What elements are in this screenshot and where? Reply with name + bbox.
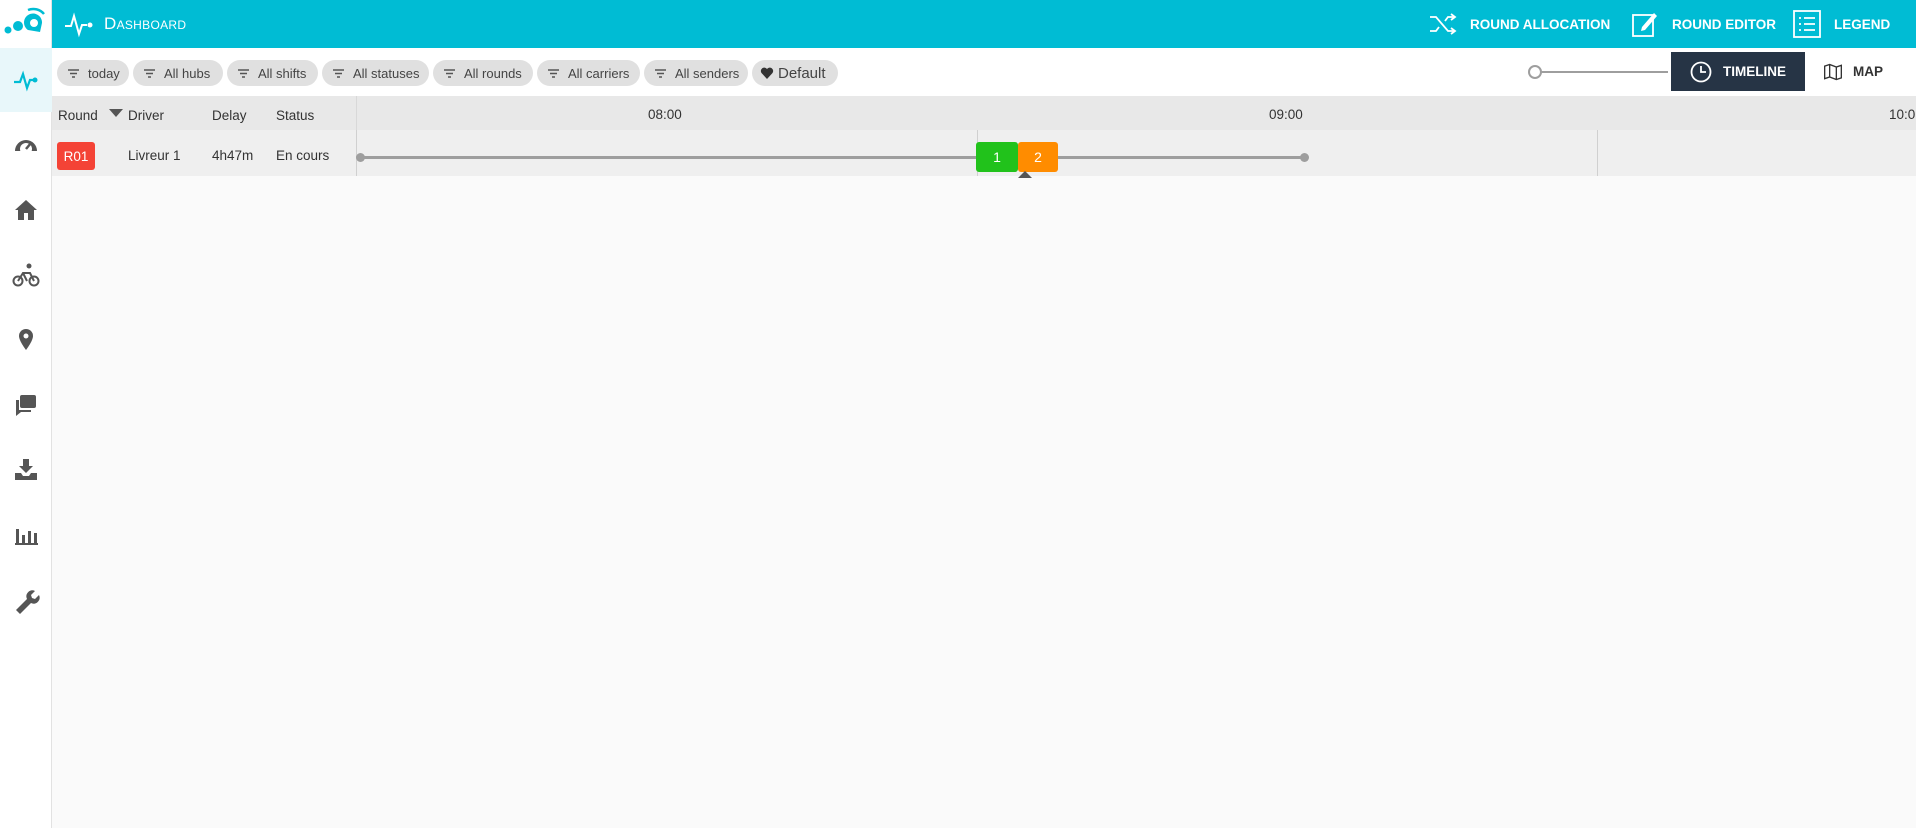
timeline-tick: 09:00 <box>1269 107 1303 122</box>
round-badge[interactable]: R01 <box>57 142 95 170</box>
column-header-status[interactable]: Status <box>276 108 314 123</box>
speedometer-icon <box>15 140 37 155</box>
sidebar-item-stats[interactable] <box>0 503 52 567</box>
bicycle-icon <box>12 263 40 287</box>
column-header-round[interactable]: Round <box>58 108 98 123</box>
route-start-dot <box>356 153 365 162</box>
chat-icon <box>16 395 36 416</box>
edit-icon <box>1632 13 1657 37</box>
pulse-icon <box>65 12 93 38</box>
filter-chip-label: All senders <box>675 65 740 81</box>
sidebar-item-dashboard[interactable] <box>0 48 52 112</box>
filter-hubs-chip[interactable]: All hubs <box>133 60 223 86</box>
filter-chip-label: All carriers <box>568 65 630 81</box>
legend-label: LEGEND <box>1834 16 1891 32</box>
filter-carriers-chip[interactable]: All carriers <box>537 60 640 86</box>
sidebar-item-locations[interactable] <box>0 308 52 372</box>
delay-cell: 4h47m <box>212 148 254 163</box>
filter-chip-label: All rounds <box>464 65 522 81</box>
timeline-view-label: TIMELINE <box>1723 64 1786 79</box>
legend-button[interactable]: LEGEND <box>1792 0 1890 48</box>
filter-date-chip[interactable]: today <box>57 60 129 86</box>
route-timeline-bar <box>360 156 1305 159</box>
filter-icon <box>144 68 155 78</box>
status-cell: En cours <box>276 148 330 163</box>
zoom-slider-thumb[interactable] <box>1528 65 1542 79</box>
filter-shifts-chip[interactable]: All shifts <box>227 60 318 86</box>
header-title-area: Dashboard <box>64 0 186 48</box>
filter-chip-label: All shifts <box>258 65 307 81</box>
round-editor-label: ROUND EDITOR <box>1672 16 1777 32</box>
map-view-label: MAP <box>1853 64 1883 79</box>
map-view-button[interactable]: MAP <box>1805 52 1901 91</box>
top-header: Dashboard ROUND ALLOCATION ROUND EDITOR … <box>52 0 1916 48</box>
hour-gridline <box>1597 130 1598 176</box>
sidebar-item-settings[interactable] <box>0 568 52 632</box>
column-header-driver[interactable]: Driver <box>128 108 164 123</box>
filter-icon <box>68 68 79 78</box>
zoom-slider[interactable] <box>1528 64 1668 80</box>
filter-icon <box>655 68 666 78</box>
column-header-delay[interactable]: Delay <box>212 108 247 123</box>
default-filter-chip[interactable]: Default <box>752 60 838 86</box>
sidebar <box>0 0 52 828</box>
driver-cell: Livreur 1 <box>128 148 181 163</box>
sidebar-item-import[interactable] <box>0 438 52 502</box>
timeline-tick: 10:0 <box>1889 107 1916 122</box>
filter-senders-chip[interactable]: All senders <box>644 60 748 86</box>
filter-icon <box>333 68 344 78</box>
heart-icon <box>760 67 774 79</box>
sidebar-item-speed[interactable] <box>0 113 52 177</box>
page-title: Dashboard <box>104 14 187 33</box>
clock-icon <box>1690 61 1712 82</box>
sort-desc-icon[interactable] <box>108 106 124 123</box>
round-allocation-label: ROUND ALLOCATION <box>1470 16 1611 32</box>
sidebar-item-home[interactable] <box>0 178 52 242</box>
timeline-view-button[interactable]: TIMELINE <box>1671 52 1805 91</box>
current-time-marker <box>1018 171 1032 178</box>
location-pin-icon <box>19 329 33 350</box>
timeline-table-header: Round Driver Delay Status 08:00 09:00 10… <box>52 96 1916 130</box>
wrench-icon <box>16 590 40 614</box>
round-editor-button[interactable]: ROUND EDITOR <box>1630 0 1776 48</box>
zoom-slider-track <box>1534 71 1668 73</box>
pulse-icon <box>14 70 38 92</box>
route-end-dot <box>1300 153 1309 162</box>
bar-chart-icon <box>15 529 38 545</box>
map-icon <box>1824 63 1842 80</box>
filter-icon <box>238 68 249 78</box>
filter-chip-label: today <box>88 65 120 81</box>
app-logo <box>0 0 52 48</box>
inbox-download-icon <box>15 459 37 480</box>
filter-statuses-chip[interactable]: All statuses <box>322 60 429 86</box>
filter-chip-label: All statuses <box>353 65 420 81</box>
filter-chip-label: All hubs <box>164 65 211 81</box>
stop-marker[interactable]: 2 <box>1018 142 1058 172</box>
filter-rounds-chip[interactable]: All rounds <box>433 60 533 86</box>
stop-marker[interactable]: 1 <box>976 142 1018 172</box>
default-filter-label: Default <box>778 64 826 82</box>
sidebar-item-messages[interactable] <box>0 373 52 437</box>
sidebar-item-drivers[interactable] <box>0 243 52 307</box>
shuffle-icon <box>1430 13 1457 35</box>
list-icon <box>1793 10 1821 38</box>
filter-icon <box>444 68 455 78</box>
timeline-divider <box>356 96 357 130</box>
round-allocation-button[interactable]: ROUND ALLOCATION <box>1428 0 1610 48</box>
table-row[interactable]: R01 Livreur 1 4h47m En cours 1 2 <box>52 130 1916 178</box>
home-icon <box>15 200 37 220</box>
timeline-tick: 08:00 <box>648 107 682 122</box>
filter-icon <box>548 68 559 78</box>
